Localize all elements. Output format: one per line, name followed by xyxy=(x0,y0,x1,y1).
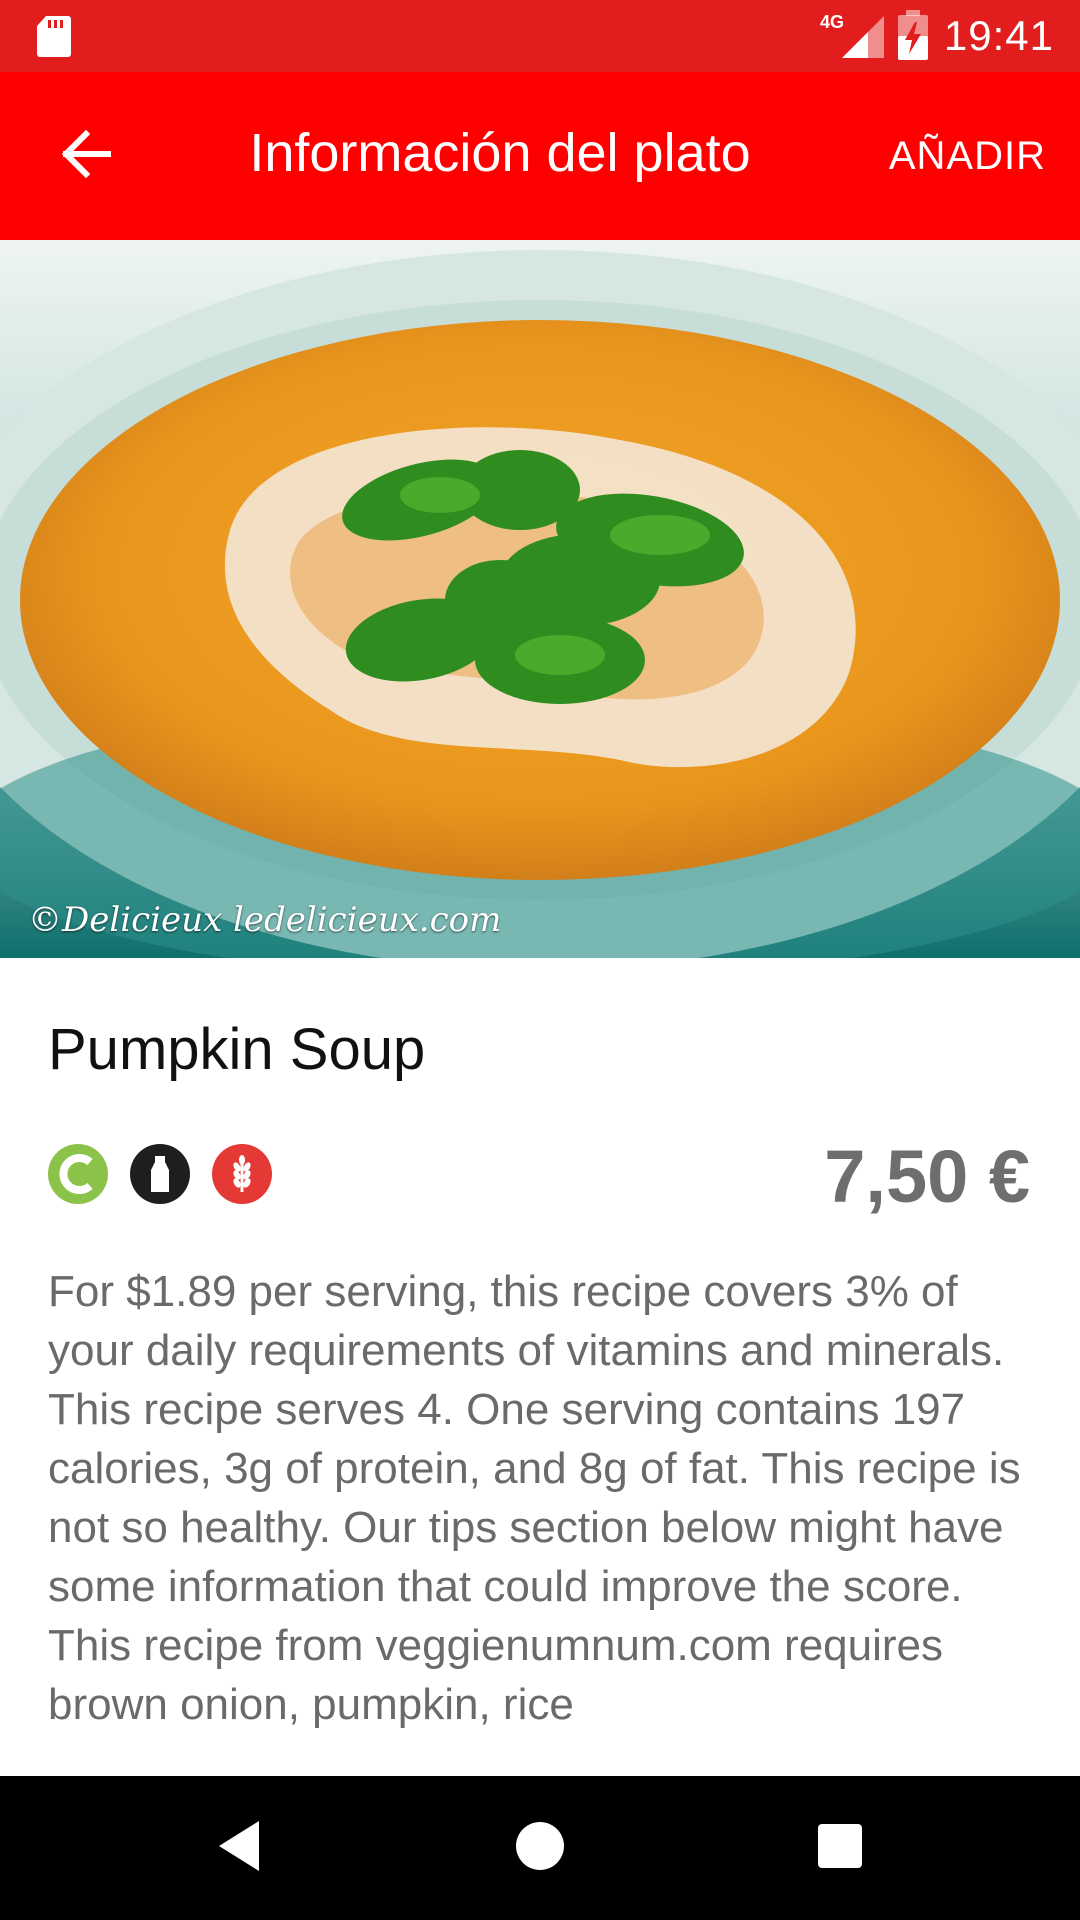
diet-badges xyxy=(48,1144,272,1204)
page-title: Información del plato xyxy=(249,123,751,183)
dish-price: 7,50 € xyxy=(824,1135,1030,1218)
system-nav-bar xyxy=(0,1776,1080,1920)
wheat-icon xyxy=(212,1144,272,1204)
sd-card-icon xyxy=(36,14,72,63)
battery-charging-icon xyxy=(896,10,930,67)
nav-recents-icon xyxy=(817,1823,863,1874)
dish-image: ©Delicieux ledelicieux.com xyxy=(0,240,1080,958)
milk-bottle-icon xyxy=(130,1144,190,1204)
dish-name: Pumpkin Soup xyxy=(48,1017,426,1082)
nav-home-icon xyxy=(514,1820,566,1877)
clock: 19:41 xyxy=(943,12,1054,59)
nav-recents-button[interactable] xyxy=(810,1818,870,1878)
status-bar: 4G 19:41 xyxy=(0,0,1080,72)
c-icon xyxy=(48,1144,108,1204)
add-button[interactable]: AÑADIR xyxy=(889,134,1046,179)
dish-description: For $1.89 per serving, this recipe cover… xyxy=(48,1267,1021,1729)
network-type-label: 4G xyxy=(820,12,845,32)
app-toolbar: Información del plato AÑADIR xyxy=(0,72,1080,240)
nav-back-button[interactable] xyxy=(210,1818,270,1878)
nav-home-button[interactable] xyxy=(510,1818,570,1878)
nav-back-icon xyxy=(215,1819,265,1878)
image-watermark: ©Delicieux ledelicieux.com xyxy=(28,900,502,940)
